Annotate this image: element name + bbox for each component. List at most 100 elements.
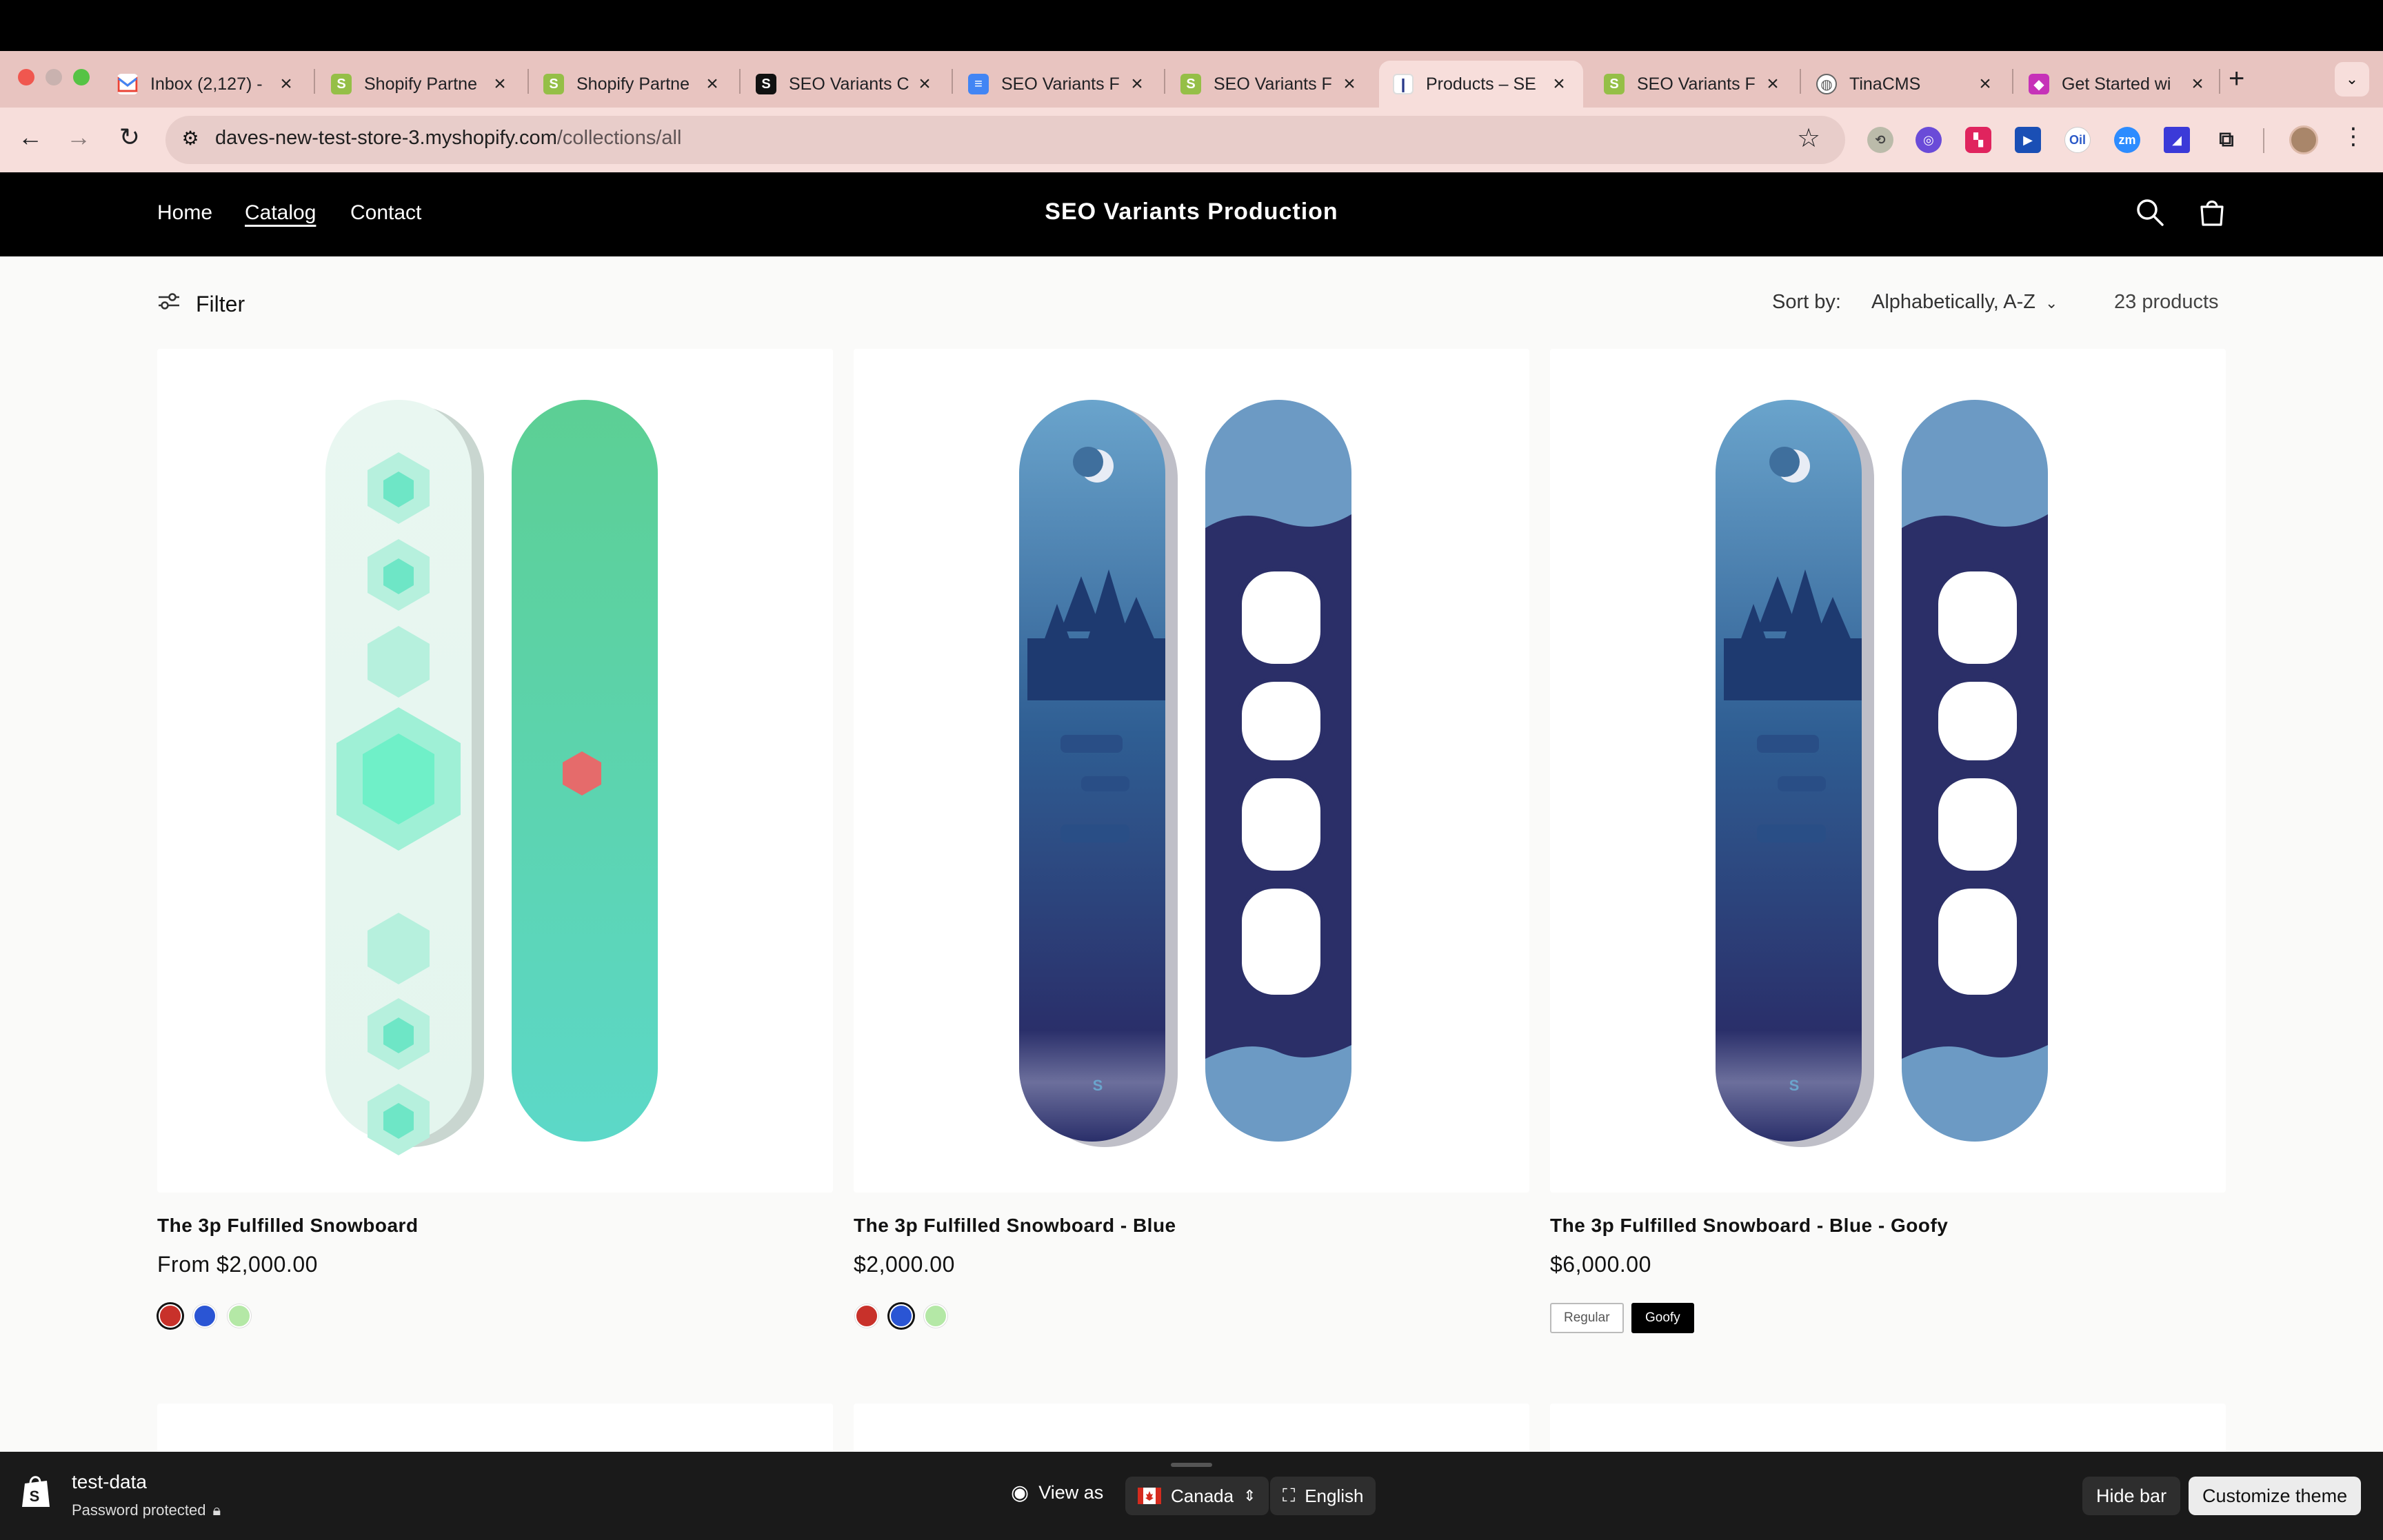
- country-select[interactable]: Canada ⇕: [1125, 1477, 1269, 1515]
- tab-title: Shopify Partne: [364, 74, 477, 94]
- tab-title: TinaCMS: [1849, 74, 1921, 94]
- tab-title: SEO Variants F: [1001, 74, 1120, 94]
- chevron-updown-icon: ⇕: [1243, 1487, 1256, 1504]
- tab-seo-variants-2[interactable]: ≡ SEO Variants F ×: [954, 61, 1161, 108]
- product-title-2[interactable]: The 3p Fulfilled Snowboard - Blue: [854, 1215, 1176, 1237]
- reload-button[interactable]: ↻: [113, 123, 146, 152]
- product-image-2[interactable]: S: [854, 349, 1529, 1193]
- chevron-down-icon: ⌄: [2345, 70, 2359, 88]
- minimize-window-button[interactable]: [46, 69, 62, 85]
- tab-products-active[interactable]: ❙ Products – SE ×: [1379, 61, 1583, 108]
- extension-monday-icon[interactable]: ▚: [1965, 127, 1991, 153]
- product-image-3[interactable]: S: [1550, 349, 2226, 1193]
- customize-theme-button[interactable]: Customize theme: [2189, 1477, 2362, 1515]
- swatch-red[interactable]: [159, 1304, 182, 1328]
- preview-store-name: test-data: [72, 1471, 147, 1492]
- back-button[interactable]: ←: [14, 123, 47, 152]
- url-host: daves-new-test-store-3.myshopify.com: [215, 127, 557, 149]
- tab-title: Inbox (2,127) -: [150, 74, 263, 94]
- close-tab-icon[interactable]: ×: [276, 72, 296, 96]
- close-window-button[interactable]: [18, 69, 34, 85]
- tab-shopify-partners-2[interactable]: S Shopify Partne ×: [530, 61, 736, 108]
- extension-arrow-icon[interactable]: ◢: [2164, 127, 2190, 153]
- site-info-icon[interactable]: ⚙: [177, 127, 204, 154]
- tab-title: SEO Variants F: [1214, 74, 1332, 94]
- maximize-window-button[interactable]: [73, 69, 90, 85]
- shopify-icon: S: [1604, 74, 1625, 94]
- svg-text:S: S: [30, 1488, 40, 1505]
- extension-flag-icon[interactable]: ▶: [2015, 127, 2041, 153]
- sort-value: Alphabetically, A-Z: [1871, 291, 2036, 313]
- tab-seo-variants-3[interactable]: S SEO Variants F ×: [1167, 61, 1374, 108]
- extension-zoom-icon[interactable]: zm: [2114, 127, 2140, 153]
- hide-bar-button[interactable]: Hide bar: [2082, 1477, 2181, 1515]
- preview-bar-handle[interactable]: [1171, 1463, 1212, 1467]
- store-title[interactable]: SEO Variants Production: [0, 199, 2383, 225]
- product-image-1[interactable]: [157, 349, 833, 1193]
- close-tab-icon[interactable]: ×: [1339, 72, 1360, 96]
- tab-separator: [739, 69, 741, 94]
- browser-menu-icon[interactable]: ⋮: [2342, 123, 2365, 150]
- extension-otter-icon[interactable]: Oil: [2064, 127, 2091, 153]
- tab-get-started[interactable]: ◆ Get Started wi ×: [2015, 61, 2222, 108]
- gmail-icon: [117, 74, 138, 94]
- close-tab-icon[interactable]: ×: [1762, 72, 1783, 96]
- sort-select[interactable]: Alphabetically, A-Z ⌄: [1871, 291, 2058, 314]
- canada-flag-icon: [1138, 1488, 1161, 1504]
- swatch-blue[interactable]: [193, 1304, 217, 1328]
- tab-inbox[interactable]: Inbox (2,127) - ×: [103, 61, 310, 108]
- docs-icon: ≡: [968, 74, 989, 94]
- product-title-1[interactable]: The 3p Fulfilled Snowboard: [157, 1215, 419, 1237]
- tab-separator: [527, 69, 529, 94]
- tab-shopify-partners-1[interactable]: S Shopify Partne ×: [317, 61, 524, 108]
- url-text[interactable]: daves-new-test-store-3.myshopify.com/col…: [215, 127, 681, 150]
- eye-icon: ◉: [1011, 1481, 1029, 1504]
- shopify-bag-icon: S: [19, 1474, 52, 1510]
- swatch-green[interactable]: [924, 1304, 947, 1328]
- profile-avatar[interactable]: [2289, 125, 2318, 154]
- lock-icon: 🔒︎: [212, 1501, 221, 1519]
- swatch-blue[interactable]: [889, 1304, 913, 1328]
- shopify-icon: S: [543, 74, 564, 94]
- tab-title: SEO Variants C: [789, 74, 909, 94]
- product-title-3[interactable]: The 3p Fulfilled Snowboard - Blue - Goof…: [1550, 1215, 1948, 1237]
- forward-button[interactable]: →: [62, 123, 95, 152]
- cart-icon[interactable]: [2195, 196, 2229, 229]
- swatch-green[interactable]: [228, 1304, 251, 1328]
- close-tab-icon[interactable]: ×: [490, 72, 510, 96]
- tab-separator: [314, 69, 315, 94]
- shopify-icon: S: [1180, 74, 1201, 94]
- tab-search-button[interactable]: ⌄: [2335, 62, 2369, 97]
- filter-button[interactable]: Filter: [157, 291, 245, 317]
- country-value: Canada: [1171, 1485, 1234, 1506]
- close-tab-icon[interactable]: ×: [914, 72, 935, 96]
- tab-separator: [2219, 69, 2220, 94]
- store-icon: ❙: [1393, 74, 1414, 94]
- close-tab-icon[interactable]: ×: [702, 72, 723, 96]
- extension-sync-icon[interactable]: ⟲: [1867, 127, 1893, 153]
- tab-seo-variants-1[interactable]: S SEO Variants C ×: [742, 61, 949, 108]
- option-regular[interactable]: Regular: [1550, 1303, 1624, 1333]
- bookmark-star-icon[interactable]: ☆: [1797, 123, 1820, 154]
- swatch-red[interactable]: [855, 1304, 878, 1328]
- tab-separator: [1164, 69, 1165, 94]
- close-tab-icon[interactable]: ×: [1127, 72, 1147, 96]
- close-tab-icon[interactable]: ×: [1549, 72, 1569, 96]
- product-price-3: $6,000.00: [1550, 1252, 1651, 1277]
- product-price-2: $2,000.00: [854, 1252, 955, 1277]
- close-tab-icon[interactable]: ×: [1975, 72, 1995, 96]
- tab-seo-variants-4[interactable]: S SEO Variants F ×: [1590, 61, 1797, 108]
- svg-text:S: S: [1789, 1077, 1800, 1094]
- shopify-icon: S: [331, 74, 352, 94]
- language-select[interactable]: ⛶ English: [1270, 1477, 1376, 1515]
- option-goofy[interactable]: Goofy: [1631, 1303, 1694, 1333]
- search-icon[interactable]: [2133, 196, 2166, 229]
- password-status-label: Password protected: [72, 1501, 206, 1519]
- new-tab-button[interactable]: +: [2229, 63, 2244, 94]
- view-as-text: View as: [1038, 1482, 1104, 1503]
- tab-title: Get Started wi: [2062, 74, 2171, 94]
- extension-circle-icon[interactable]: ◎: [1916, 127, 1942, 153]
- tab-tinacms[interactable]: ◍ TinaCMS ×: [1802, 61, 2009, 108]
- extensions-puzzle-icon[interactable]: ⧉: [2213, 127, 2240, 153]
- close-tab-icon[interactable]: ×: [2187, 72, 2208, 96]
